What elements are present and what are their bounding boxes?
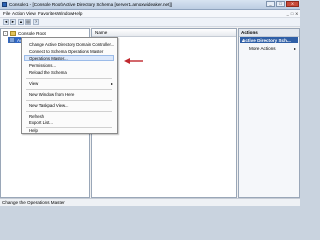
window-title: Console1 - [Console Root\Active Director… (9, 2, 172, 7)
more-actions-link[interactable]: More Actions (249, 46, 276, 51)
menu-separator (26, 78, 112, 79)
tree-node-console-root[interactable]: - Console Root (3, 31, 46, 36)
menu-separator (26, 127, 112, 128)
red-arrow-annotation (124, 58, 143, 64)
mdi-minimize-button[interactable]: _ (287, 11, 289, 16)
collapse-icon[interactable]: - (3, 31, 8, 36)
help-icon[interactable]: ? (33, 19, 39, 25)
folder-icon (10, 31, 16, 36)
chevron-up-icon[interactable]: ▴ (242, 38, 297, 44)
context-menu: Change Active Directory Domain Controlle… (21, 37, 118, 134)
menu-item-export-list[interactable]: Export List... (29, 120, 53, 125)
menu-file[interactable]: File (3, 11, 10, 16)
menu-item-view[interactable]: View (29, 81, 38, 86)
status-text: Change the Operations Master (2, 200, 65, 205)
menu-separator (26, 100, 112, 101)
menu-favorites[interactable]: Favorites (38, 11, 57, 16)
actions-pane: Actions Active Directory Sch... ▴ More A… (238, 28, 300, 198)
menu-item-refresh[interactable]: Refresh (29, 114, 44, 119)
menu-item-help[interactable]: Help (29, 128, 38, 133)
minimize-button[interactable]: _ (266, 1, 275, 7)
menu-item-change-dc[interactable]: Change Active Directory Domain Controlle… (29, 42, 114, 47)
mdi-controls: _ □ X (287, 11, 298, 16)
column-name-header[interactable]: Name (95, 30, 107, 35)
menu-separator (26, 89, 112, 90)
menu-bar: File Action View Favorites Window Help _… (0, 10, 300, 18)
submenu-arrow-icon: ▸ (110, 81, 113, 86)
actions-header: Actions (239, 29, 299, 37)
forward-icon[interactable]: ► (10, 19, 16, 25)
menu-item-new-taskpad[interactable]: New Taskpad View... (29, 103, 69, 108)
actions-section-header[interactable]: Active Directory Sch... ▴ (240, 37, 298, 43)
up-icon[interactable]: ▲ (18, 19, 24, 25)
console-tree-icon[interactable]: ▤ (25, 19, 31, 25)
mdi-restore-button[interactable]: □ (291, 11, 293, 16)
menu-item-new-window[interactable]: New Window from Here (29, 92, 74, 97)
menu-item-permissions[interactable]: Permissions... (29, 63, 56, 68)
chevron-right-icon[interactable]: ▸ (294, 46, 296, 51)
console-app-icon[interactable] (2, 2, 7, 7)
maximize-button[interactable]: □ (276, 1, 285, 7)
toolbar: ◄ ► ▲ ▤ ? (0, 18, 300, 27)
menu-item-reload-schema[interactable]: Reload the Schema (29, 70, 67, 75)
menu-view[interactable]: View (26, 11, 36, 16)
schema-icon (9, 37, 15, 43)
menu-separator (26, 111, 112, 112)
menu-window[interactable]: Window (57, 11, 73, 16)
mmc-window: Console1 - [Console Root\Active Director… (0, 0, 300, 206)
close-button[interactable]: X (286, 1, 299, 7)
actions-title: Actions (241, 30, 258, 35)
tree-node-label: Console Root (18, 31, 46, 36)
menu-item-connect-master[interactable]: Connect to Schema Operations Master (29, 49, 103, 54)
window-controls: _ □ X (266, 1, 299, 7)
menu-action[interactable]: Action (12, 11, 25, 16)
status-bar: Change the Operations Master (0, 198, 300, 206)
menu-item-operations-master[interactable]: Operations Master... (29, 56, 68, 61)
back-icon[interactable]: ◄ (3, 19, 9, 25)
mdi-close-button[interactable]: X (295, 11, 298, 16)
title-bar[interactable]: Console1 - [Console Root\Active Director… (0, 0, 300, 10)
column-header[interactable]: Name (92, 29, 236, 37)
menu-help[interactable]: Help (73, 11, 82, 16)
